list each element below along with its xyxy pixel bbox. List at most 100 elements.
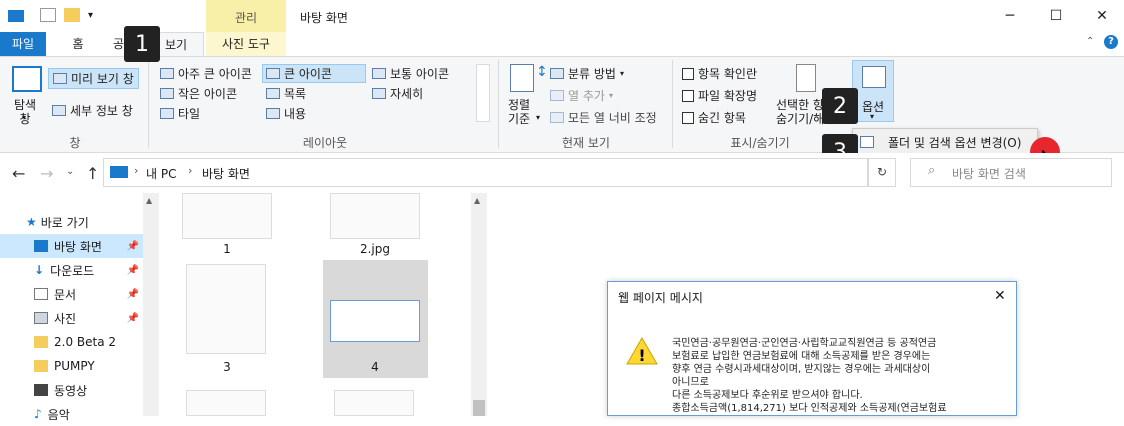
context-tab-header: 관리 (206, 0, 286, 32)
refresh-icon[interactable]: ↻ (868, 158, 896, 187)
nav-item-label: 동영상 (54, 383, 88, 398)
fit-columns-button[interactable]: 모든 열 너비 조정 (550, 109, 657, 126)
pin-icon[interactable]: 📌 (127, 265, 139, 276)
nav-item-label: 2.0 Beta 2 (54, 335, 117, 349)
file-name[interactable]: 3 (177, 360, 277, 374)
folder-options-menu-item[interactable]: 폴더 및 검색 옵션 변경(O) (888, 134, 1021, 151)
layout-content-label: 내용 (284, 107, 307, 121)
breadcrumb-current[interactable]: 바탕 화면 (202, 165, 250, 182)
nav-item-folder[interactable]: PUMPY (0, 354, 145, 378)
dialog-close-button[interactable]: ✕ (994, 288, 1006, 304)
layout-large-icons[interactable]: 큰 아이콘 (262, 64, 366, 83)
details-pane-button[interactable]: 세부 정보 창 (52, 102, 133, 119)
file-thumbnail[interactable] (186, 390, 266, 416)
chevron-down-icon[interactable]: ▾ (88, 10, 93, 21)
nav-item-videos[interactable]: 동영상 (0, 378, 145, 402)
file-thumbnail[interactable] (330, 193, 420, 239)
file-name[interactable]: 2.jpg (325, 242, 425, 256)
layout-tiles[interactable]: 타일 (160, 105, 200, 122)
breadcrumb-thispc[interactable]: 내 PC (146, 165, 176, 182)
collapse-ribbon-icon[interactable]: ⌃ (1086, 36, 1094, 47)
checkbox[interactable] (682, 111, 694, 124)
hidden-items-toggle[interactable]: 숨긴 항목 (682, 109, 746, 126)
group-label-pane: 창 (69, 136, 81, 150)
layout-xl-icons[interactable]: 아주 큰 아이콘 (160, 65, 252, 82)
file-scrollbar[interactable] (471, 193, 487, 416)
scroll-up-icon[interactable]: ▲ (146, 196, 152, 205)
window-title: 바탕 화면 (300, 11, 348, 25)
music-icon: ♪ (34, 407, 42, 421)
pin-icon[interactable]: 📌 (127, 313, 139, 324)
item-checkbox-toggle[interactable]: 항목 확인란 (682, 65, 757, 82)
up-icon[interactable]: ↑ (86, 164, 99, 183)
tab-picture-tools[interactable]: 사진 도구 (206, 32, 286, 57)
options-icon (862, 66, 886, 88)
group-label-current-view: 현재 보기 (562, 136, 610, 150)
checkbox[interactable] (682, 67, 694, 80)
properties-icon[interactable] (40, 8, 56, 22)
group-by-button[interactable]: 분류 방법 ▾ (550, 65, 624, 82)
file-name[interactable]: 4 (325, 360, 425, 374)
picture-icon (34, 312, 48, 324)
breadcrumb-separator: › (188, 164, 193, 177)
layout-list[interactable]: 목록 (266, 85, 306, 102)
nav-item-quick-access[interactable]: ★ 바로 가기 (0, 210, 145, 234)
dialog-text-line: 향후 연금 수령시과세대상이며, 받지않는 경우에는 과세대상이 (672, 364, 931, 375)
group-by-label: 분류 방법 (568, 67, 616, 81)
nav-item-label: 사진 (54, 311, 77, 326)
tab-file[interactable]: 파일 (0, 32, 46, 57)
step-badge-1: 1 (124, 26, 160, 62)
folder-options-icon (860, 136, 874, 148)
nav-item-downloads[interactable]: ↓ 다운로드 📌 (0, 258, 145, 282)
file-thumbnail[interactable] (334, 390, 414, 416)
layout-list-label: 목록 (284, 87, 307, 101)
hidden-items-label: 숨긴 항목 (698, 111, 746, 125)
sort-by-button[interactable]: 정렬 기준 (508, 98, 530, 126)
pin-icon[interactable]: 📌 (127, 241, 139, 252)
nav-item-pictures[interactable]: 사진 📌 (0, 306, 145, 330)
sort-icon[interactable] (510, 64, 534, 92)
large-icons-icon (266, 68, 280, 79)
help-icon[interactable]: ? (1104, 35, 1118, 49)
pin-icon[interactable]: 📌 (127, 289, 139, 300)
maximize-button[interactable]: ☐ (1033, 0, 1079, 32)
group-label-show-hide: 표시/숨기기 (730, 136, 790, 150)
nav-item-music[interactable]: ♪ 음악 (0, 402, 145, 426)
file-thumbnail[interactable] (186, 264, 266, 354)
nav-item-desktop[interactable]: 바탕 화면 📌 (0, 234, 145, 258)
nav-item-label: 문서 (54, 287, 77, 302)
new-folder-icon[interactable] (64, 8, 80, 22)
close-button[interactable]: ✕ (1079, 0, 1124, 32)
nav-item-documents[interactable]: 문서 📌 (0, 282, 145, 306)
file-thumbnail[interactable] (330, 300, 420, 342)
file-thumbnail[interactable] (182, 193, 272, 239)
xl-icons-icon (160, 68, 174, 79)
add-column-icon (550, 90, 564, 101)
download-icon: ↓ (34, 263, 45, 277)
nav-pane-icon[interactable] (12, 66, 42, 92)
tab-home[interactable]: 홈 (60, 32, 96, 57)
layout-gallery-scroll[interactable] (476, 64, 490, 122)
chevron-down-icon[interactable]: ⌄ (66, 166, 74, 177)
minimize-button[interactable]: ─ (987, 0, 1033, 32)
layout-content[interactable]: 내용 (266, 105, 306, 122)
layout-small-icons[interactable]: 작은 아이콘 (160, 85, 237, 102)
scrollbar-thumb[interactable] (473, 400, 485, 416)
nav-scrollbar[interactable] (143, 193, 159, 416)
layout-xl-icons-label: 아주 큰 아이콘 (178, 67, 252, 81)
folder-icon (34, 360, 48, 372)
file-name[interactable]: 1 (177, 242, 277, 256)
layout-medium-icons[interactable]: 보통 아이콘 (372, 65, 449, 82)
hide-selected-icon[interactable] (796, 64, 816, 92)
preview-pane-button[interactable]: 미리 보기 창 (48, 68, 139, 89)
forward-icon[interactable]: → (40, 164, 53, 183)
file-extensions-toggle[interactable]: 파일 확장명 (682, 87, 757, 104)
scroll-up-icon[interactable]: ▲ (474, 196, 480, 205)
desktop-icon[interactable] (8, 10, 24, 22)
layout-details[interactable]: 자세히 (372, 85, 423, 102)
add-column-button[interactable]: 열 추가 ▾ (550, 87, 613, 104)
nav-item-folder[interactable]: 2.0 Beta 2 (0, 330, 145, 354)
back-icon[interactable]: ← (12, 164, 25, 183)
document-icon (34, 288, 48, 300)
checkbox[interactable] (682, 89, 694, 102)
